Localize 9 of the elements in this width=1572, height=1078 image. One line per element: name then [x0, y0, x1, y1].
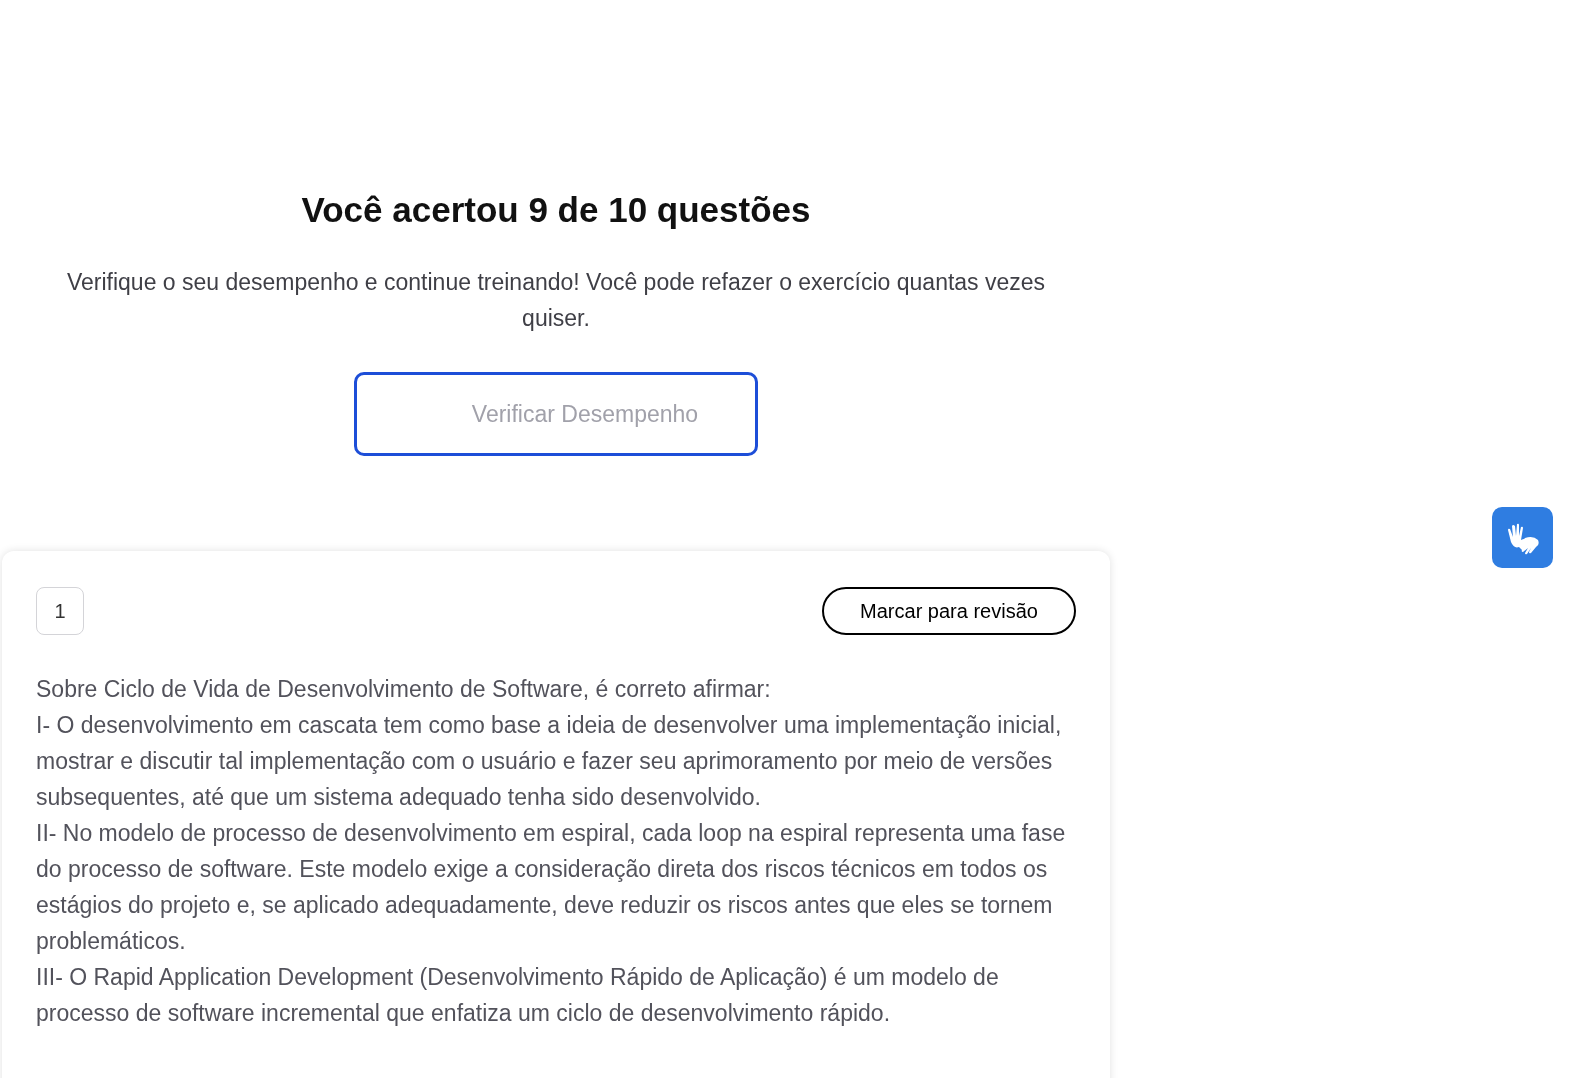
result-subtitle: Verifique o seu desempenho e continue treinando! Você pode refazer o exercício quantas vezes quiser.: [65, 268, 1047, 333]
mark-for-review-button[interactable]: Marcar para revisão: [822, 587, 1076, 635]
question-text: III- O Rapid Application Development (Desenvolvimento Rápido de Aplicação) é um modelo de processo de software incremental que enfatiza um ciclo de desenvolvimento rápido.: [36, 963, 1000, 1028]
question-text: Sobre Ciclo de Vida de Desenvolvimento de Software, é correto afirmar:: [36, 675, 772, 704]
result-title: Você acertou 9 de 10 questões: [301, 189, 811, 231]
question-text: I- O desenvolvimento em cascata tem como base a ideia de desenvolver uma implementação inicial, mostrar e discutir tal implementação com o usuário e fazer seu aprimoramento por meio de versões subsequentes, até que um sistema adequado tenha sido desenvolvido.: [36, 711, 1063, 812]
sign-language-button[interactable]: [1492, 507, 1553, 568]
question-text: II- No modelo de processo de desenvolvimento em espiral, cada loop na espiral representa uma fase do processo de software. Este modelo exige a consideração direta dos riscos técnicos em todos os estágios do projeto e, se aplicado adequadamente, deve reduzir os riscos antes que eles se tornem problemáticos.: [36, 819, 1067, 956]
question-number: 1: [36, 587, 84, 635]
